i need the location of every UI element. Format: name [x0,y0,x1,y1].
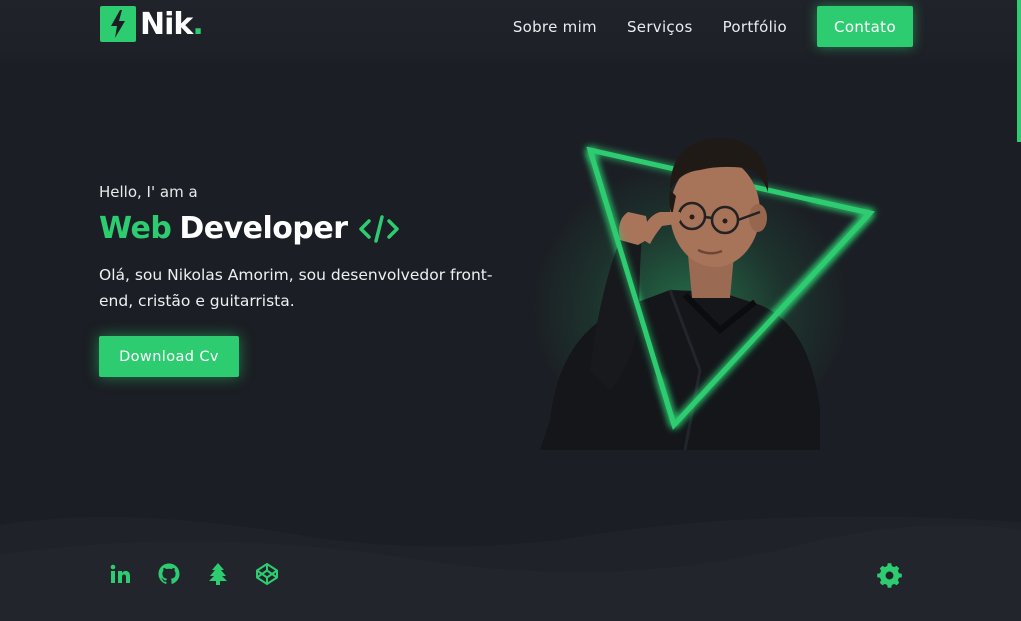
title-accent: Web [99,211,172,246]
portrait-photo [520,120,900,451]
nav-link-sobre-mim[interactable]: Sobre mim [513,7,597,47]
brand-logo[interactable]: Nik. [100,6,204,42]
contato-button[interactable]: Contato [817,6,913,47]
linkedin-icon[interactable] [108,562,132,586]
main-nav: Sobre mim Serviços Portfólio Contato [513,6,913,47]
title-main: Developer [179,211,348,246]
footer-wave [0,516,1021,621]
linktree-icon[interactable] [206,562,230,586]
nav-link-portfolio[interactable]: Portfólio [723,7,787,47]
scrollbar-thumb[interactable] [1017,0,1021,142]
brand-name: Nik. [140,6,204,42]
codepen-icon[interactable] [255,562,279,586]
lightning-bolt-icon [100,6,136,42]
gear-icon[interactable] [877,563,902,588]
social-links [108,562,279,586]
hero-description: Olá, sou Nikolas Amorim, sou desenvolved… [99,266,493,310]
download-cv-button[interactable]: Download Cv [99,336,239,377]
page: Nik. Sobre mim Serviços Portfólio Contat… [0,0,1021,621]
code-icon [358,214,400,244]
github-icon[interactable] [157,562,181,586]
nav-link-servicos[interactable]: Serviços [627,7,693,47]
site-header: Nik. Sobre mim Serviços Portfólio Contat… [0,0,1021,70]
hero-title: Web Developer [99,211,400,246]
hero-greeting: Hello, I' am a [99,183,198,201]
